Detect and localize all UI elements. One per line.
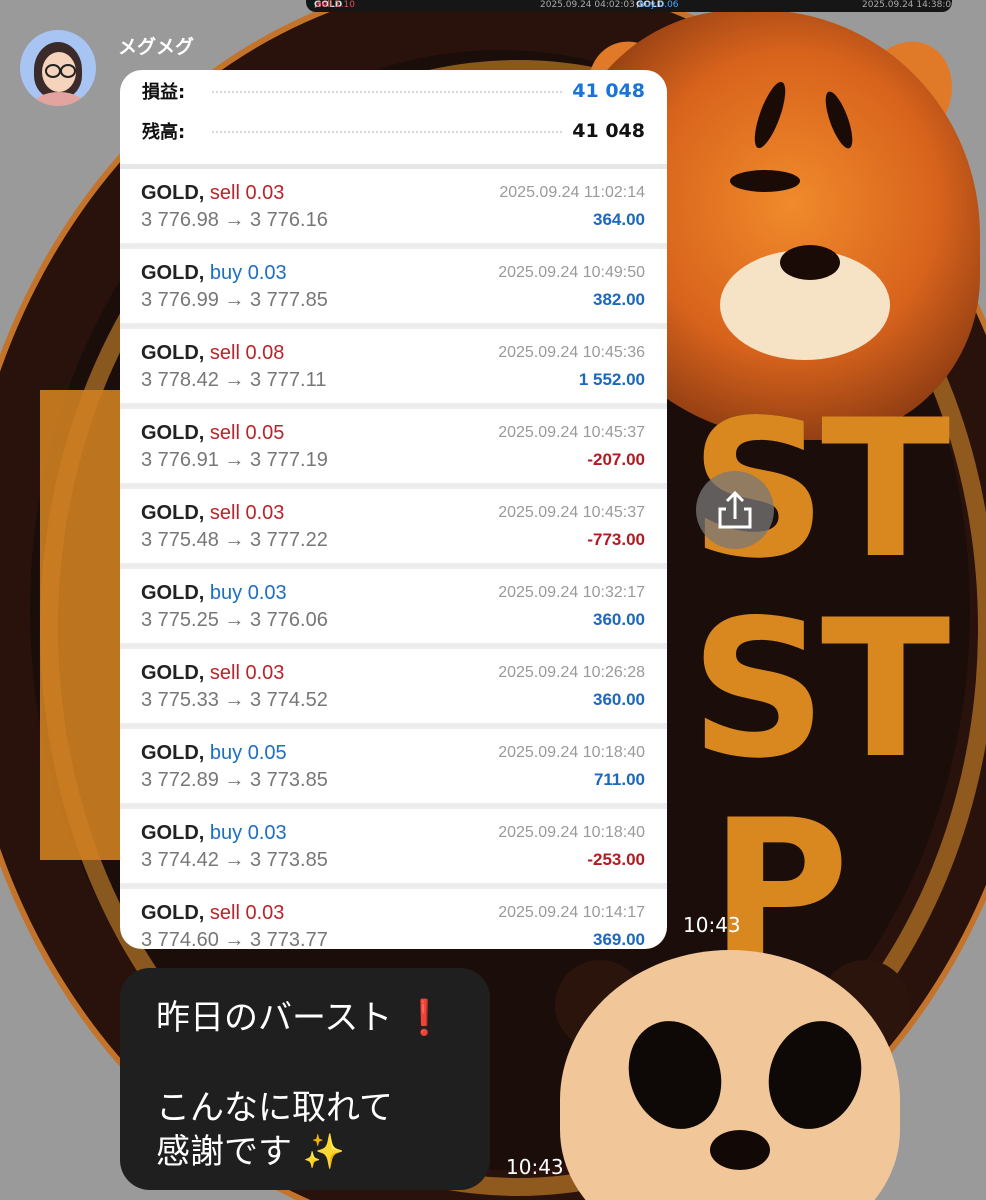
background-band [40, 390, 130, 860]
trade-datetime: 2025.09.24 10:45:36 [498, 344, 645, 361]
trade-side: sell 0.03 [209, 182, 285, 204]
trade-prices: 3 774.60 → 3 773.77 [141, 929, 328, 949]
message-line: 昨日のバースト ❗ [156, 998, 446, 1038]
trade-side: sell 0.03 [209, 902, 285, 924]
trade-side: buy 0.03 [209, 262, 287, 284]
trade-side: buy 0.03 [209, 822, 287, 844]
message-timestamp: 10:43 [506, 1155, 564, 1179]
panda-nose [710, 1130, 770, 1170]
message-line: 感謝です ✨ [156, 1132, 346, 1172]
trade-datetime: 2025.09.24 10:18:40 [498, 744, 645, 761]
trade-row[interactable]: GOLD, sell 0.05 3 776.91 → 3 777.19 2025.0… [120, 409, 667, 489]
image-timestamp: 10:43 [683, 913, 741, 937]
balance-row: 残高: 41 048 [142, 116, 645, 146]
tiger-nose [780, 245, 840, 280]
trade-profit: 360.00 [593, 610, 645, 629]
balance-value: 41 048 [572, 120, 645, 142]
trade-symbol: GOLD, buy 0.03 [141, 822, 287, 844]
trade-symbol: GOLD, sell 0.08 [141, 342, 285, 364]
trade-datetime: 2025.09.24 10:49:50 [498, 264, 645, 281]
trade-symbol: GOLD, sell 0.03 [141, 502, 285, 524]
strip-side: sell 1.10 [316, 0, 356, 10]
trade-datetime: 2025.09.24 10:26:28 [498, 664, 645, 681]
trade-datetime: 2025.09.24 10:45:37 [498, 424, 645, 441]
message-bubble[interactable]: 昨日のバースト ❗ こんなに取れて 感謝です ✨ [120, 968, 490, 1190]
balance-label: 残高: [142, 122, 186, 143]
trade-profit: -253.00 [587, 850, 645, 869]
profit-row: 損益: 41 048 [142, 76, 645, 106]
trade-prices: 3 776.99 → 3 777.85 [141, 289, 328, 311]
trade-row[interactable]: GOLD, sell 0.03 3 776.98 → 3 776.16 2025.0… [120, 169, 667, 249]
strip-time: 2025.09.24 14:38:00 [862, 0, 952, 10]
trade-symbol: GOLD, buy 0.05 [141, 742, 287, 764]
trade-symbol: GOLD, buy 0.03 [141, 262, 287, 284]
trade-symbol: GOLD, sell 0.03 [141, 182, 285, 204]
exclamation-icon: ❗ [403, 998, 446, 1038]
trade-row[interactable]: GOLD, buy 0.05 3 772.89 → 3 773.85 2025.09… [120, 729, 667, 809]
trade-profit: 364.00 [593, 210, 645, 229]
trade-prices: 3 775.33 → 3 774.52 [141, 689, 328, 711]
trade-prices: 3 776.98 → 3 776.16 [141, 209, 328, 231]
trade-profit: 360.00 [593, 690, 645, 709]
trade-symbol: GOLD, sell 0.05 [141, 422, 285, 444]
trade-prices: 3 775.25 → 3 776.06 [141, 609, 328, 631]
trade-row[interactable]: GOLD, sell 0.03 3 775.48 → 3 777.22 2025.0… [120, 489, 667, 569]
trade-prices: 3 775.48 → 3 777.22 [141, 529, 328, 551]
strip-time: 2025.09.24 04:02:03 [540, 0, 635, 10]
trade-side: sell 0.05 [209, 422, 285, 444]
trade-row[interactable]: GOLD, buy 0.03 3 774.42 → 3 773.85 2025.09… [120, 809, 667, 889]
trade-prices: 3 778.42 → 3 777.11 [141, 369, 327, 391]
trade-prices: 3 772.89 → 3 773.85 [141, 769, 328, 791]
share-icon [718, 490, 752, 529]
trade-row[interactable]: GOLD, buy 0.03 3 775.25 → 3 776.06 2025.09… [120, 569, 667, 649]
trade-side: buy 0.03 [209, 582, 287, 604]
trade-profit: 1 552.00 [578, 370, 645, 389]
trade-profit: 382.00 [593, 290, 645, 309]
profit-label: 損益: [142, 82, 186, 103]
trade-side: sell 0.08 [209, 342, 285, 364]
trade-side: buy 0.05 [209, 742, 287, 764]
trade-datetime: 2025.09.24 10:14:17 [498, 904, 645, 921]
trade-prices: 3 776.91 → 3 777.19 [141, 449, 328, 471]
trade-datetime: 2025.09.24 10:18:40 [498, 824, 645, 841]
trade-datetime: 2025.09.24 11:02:14 [499, 184, 645, 201]
trade-row[interactable]: GOLD, sell 0.08 3 778.42 → 3 777.11 2025.0… [120, 329, 667, 409]
sender-name[interactable]: メグメグ [118, 32, 194, 59]
trade-row[interactable]: GOLD, sell 0.03 3 774.60 → 3 773.77 2025.0… [120, 889, 667, 949]
avatar[interactable] [20, 30, 96, 106]
trade-profit: 711.00 [593, 770, 645, 789]
trade-row[interactable]: GOLD, sell 0.03 3 775.33 → 3 774.52 2025.0… [120, 649, 667, 729]
strip-side: buy 0.06 [638, 0, 679, 10]
trade-profit: 369.00 [593, 930, 645, 949]
trade-side: sell 0.03 [209, 662, 285, 684]
trade-symbol: GOLD, buy 0.03 [141, 582, 287, 604]
sparkles-icon: ✨ [302, 1132, 346, 1172]
previous-trade-strip: GOLD, sell 1.10 2025.09.24 04:02:03 GOLD… [306, 0, 952, 12]
trade-prices: 3 774.42 → 3 773.85 [141, 849, 328, 871]
trade-datetime: 2025.09.24 10:32:17 [498, 584, 645, 601]
tiger-eye [730, 170, 800, 192]
message-line: こんなに取れて [156, 1088, 393, 1128]
profit-value: 41 048 [572, 80, 645, 102]
trade-profit: -207.00 [587, 450, 645, 469]
trade-profit: -773.00 [587, 530, 645, 549]
trade-history-image[interactable]: 損益: 41 048 残高: 41 048 GOLD, sell 0.03 3 7… [120, 70, 667, 949]
account-summary: 損益: 41 048 残高: 41 048 [120, 70, 667, 169]
trade-row[interactable]: GOLD, buy 0.03 3 776.99 → 3 777.85 2025.09… [120, 249, 667, 329]
trade-datetime: 2025.09.24 10:45:37 [498, 504, 645, 521]
share-button[interactable] [696, 471, 774, 549]
trade-symbol: GOLD, sell 0.03 [141, 662, 285, 684]
trade-side: sell 0.03 [209, 502, 285, 524]
trade-symbol: GOLD, sell 0.03 [141, 902, 285, 924]
trade-list: GOLD, sell 0.03 3 776.98 → 3 776.16 2025.0… [120, 169, 667, 949]
